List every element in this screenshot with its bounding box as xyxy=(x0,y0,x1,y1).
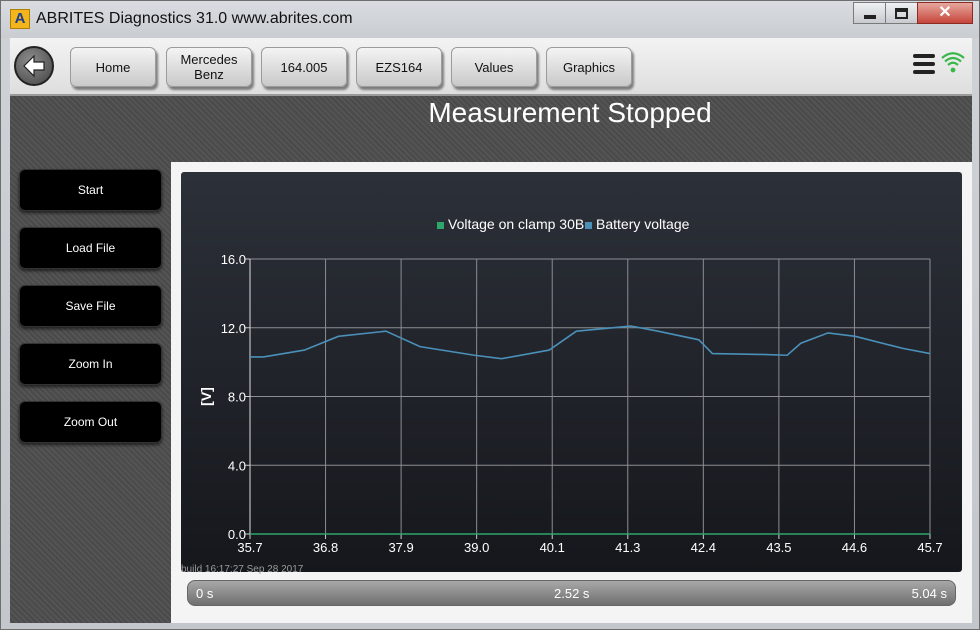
x-tick-label: 36.8 xyxy=(313,540,338,555)
x-tick-label: 44.6 xyxy=(842,540,867,555)
y-tick-label: 16.0 xyxy=(221,252,246,267)
x-tick-label: 40.1 xyxy=(540,540,565,555)
nav-values-button[interactable]: Values xyxy=(451,47,537,87)
main-area: Measurement Stopped Start Load File Save… xyxy=(10,96,972,623)
legend-label-battery-voltage: Battery voltage xyxy=(596,216,690,232)
time-mid-label: 2.52 s xyxy=(554,586,590,601)
x-tick-label: 41.3 xyxy=(615,540,640,555)
x-tick-label: 35.7 xyxy=(237,540,262,555)
y-tick-label: 8.0 xyxy=(228,390,246,405)
load-file-button[interactable]: Load File xyxy=(19,227,162,269)
nav-ezs164-button[interactable]: EZS164 xyxy=(356,47,442,87)
nav-graphics-button[interactable]: Graphics xyxy=(546,47,632,87)
window-title: ABRITES Diagnostics 31.0 www.abrites.com xyxy=(36,10,353,27)
minimize-button[interactable] xyxy=(853,2,886,24)
zoom-out-button[interactable]: Zoom Out xyxy=(19,401,162,443)
close-icon: ✕ xyxy=(938,4,952,21)
legend-swatch-battery-voltage xyxy=(585,222,592,229)
app-window: A ABRITES Diagnostics 31.0 www.abrites.c… xyxy=(0,0,980,630)
title-bar[interactable]: A ABRITES Diagnostics 31.0 www.abrites.c… xyxy=(1,1,979,38)
nav-home-button[interactable]: Home xyxy=(70,47,156,87)
nav-164005-button[interactable]: 164.005 xyxy=(261,47,347,87)
x-tick-label: 37.9 xyxy=(388,540,413,555)
y-axis-label: [V] xyxy=(198,387,214,406)
back-button[interactable] xyxy=(14,46,54,86)
toolbar: Home Mercedes Benz 164.005 EZS164 Values… xyxy=(10,38,972,96)
y-tick-label: 4.0 xyxy=(228,458,246,473)
x-tick-label: 42.4 xyxy=(691,540,716,555)
menu-icon[interactable] xyxy=(913,54,935,76)
close-button[interactable]: ✕ xyxy=(917,2,973,24)
wifi-signal-icon xyxy=(941,52,965,73)
x-tick-label: 45.7 xyxy=(917,540,942,555)
y-tick-label: 12.0 xyxy=(221,321,246,336)
nav-mercedes-benz-button[interactable]: Mercedes Benz xyxy=(166,47,252,87)
maximize-button[interactable] xyxy=(885,2,918,24)
back-arrow-icon xyxy=(23,54,45,78)
abrites-logo-icon: A xyxy=(10,9,30,29)
y-tick-label: 0.0 xyxy=(228,527,246,542)
legend-label-clamp-30b: Voltage on clamp 30B xyxy=(448,216,584,232)
save-file-button[interactable]: Save File xyxy=(19,285,162,327)
graph-panel: 35.7 36.8 37.9 39.0 40.1 41.3 42.4 43.5 44.6 45.7… xyxy=(171,162,972,623)
voltage-chart: 35.7 36.8 37.9 39.0 40.1 41.3 42.4 43.5 44.6 45.7… xyxy=(198,216,943,555)
start-button[interactable]: Start xyxy=(19,169,162,211)
measurement-status-title: Measurement Stopped xyxy=(428,97,712,128)
chart-container: 35.7 36.8 37.9 39.0 40.1 41.3 42.4 43.5 44.6 45.7… xyxy=(181,172,962,575)
series-line-battery-voltage xyxy=(250,325,931,360)
time-scrollbar[interactable]: 0 s 2.52 s 5.04 s xyxy=(187,580,956,606)
window-controls: ✕ xyxy=(853,2,973,24)
build-info: build 16:17:27 Sep 28 2017 xyxy=(181,564,304,575)
minimize-icon xyxy=(863,15,876,19)
x-tick-label: 43.5 xyxy=(766,540,791,555)
maximize-icon xyxy=(895,7,908,19)
time-end-label: 5.04 s xyxy=(911,586,947,601)
client-area: Home Mercedes Benz 164.005 EZS164 Values… xyxy=(10,38,972,623)
zoom-in-button[interactable]: Zoom In xyxy=(19,343,162,385)
legend-swatch-clamp-30b xyxy=(437,222,444,229)
x-tick-label: 39.0 xyxy=(464,540,489,555)
time-start-label: 0 s xyxy=(196,586,214,601)
